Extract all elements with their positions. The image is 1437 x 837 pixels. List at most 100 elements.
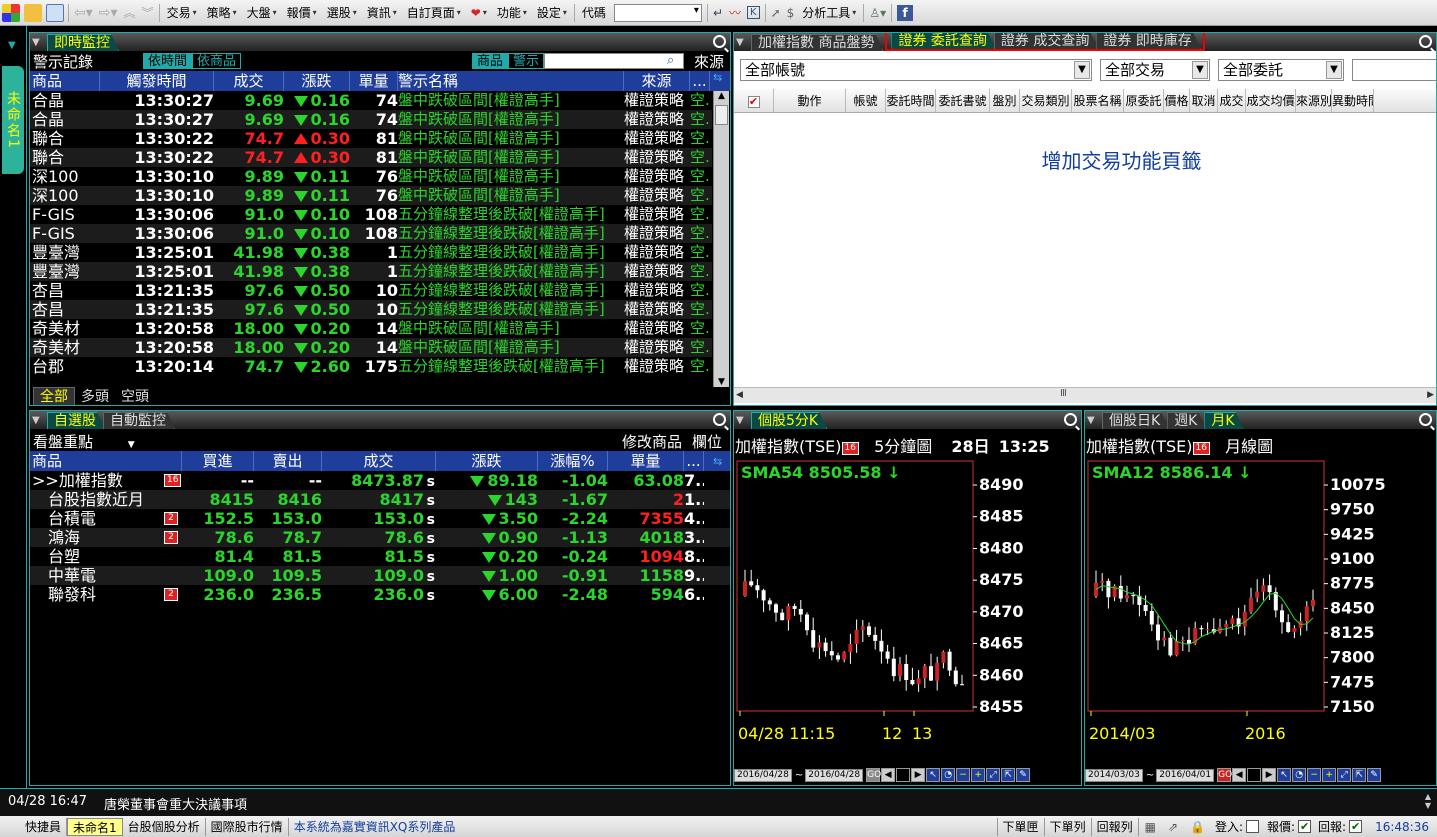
- cursor-icon[interactable]: ↖: [1277, 768, 1292, 782]
- watchlist-row[interactable]: >>加權指數 16 -- -- 8473.87s 89.18 -1.04 63.087..: [30, 471, 730, 490]
- plus-icon[interactable]: +: [971, 768, 986, 782]
- enter-icon[interactable]: ↵: [713, 6, 723, 20]
- edit-products-button[interactable]: 修改商品: [622, 431, 682, 452]
- news-scroll-icon[interactable]: ▲ ▼: [1425, 792, 1431, 810]
- facebook-icon[interactable]: f: [897, 4, 914, 21]
- expand-icon[interactable]: ⇱: [1001, 768, 1016, 782]
- col-alert-name[interactable]: 警示名稱: [398, 71, 624, 91]
- page-tab-unnamed1[interactable]: 未命名1: [2, 66, 24, 174]
- tab-inventory[interactable]: 證券 即時庫存: [1096, 32, 1200, 49]
- menu-analysis-tools[interactable]: 分析工具 ▾: [797, 2, 861, 24]
- dropdown-icon[interactable]: ▼: [1087, 415, 1099, 426]
- order-col[interactable]: 取消: [1190, 89, 1218, 112]
- col-ask[interactable]: 賣出: [254, 451, 322, 471]
- menu-strategy[interactable]: 策略 ▾: [202, 2, 242, 24]
- dropdown-icon[interactable]: ▼: [736, 37, 748, 48]
- seg-goods[interactable]: 商品: [472, 53, 509, 69]
- seg-alert[interactable]: 警示: [508, 53, 545, 69]
- tab-fill-query[interactable]: 證券 成交查詢: [994, 32, 1098, 49]
- next-icon[interactable]: ▶: [1262, 768, 1277, 782]
- scroll-right-icon[interactable]: ▶: [1427, 390, 1434, 400]
- tab-auto-monitor[interactable]: 自動監控: [103, 412, 175, 429]
- scroll-up-icon[interactable]: ▲: [715, 91, 728, 101]
- alert-row[interactable]: 台郡 13:20:14 74.7 2.60 175 五分鐘線整理後跌破[權證高手] 權證策略…: [30, 357, 712, 376]
- order-hscrollbar[interactable]: ◀ Ⅲ ▶: [734, 387, 1436, 403]
- report-bar-button[interactable]: 回報列: [1092, 817, 1139, 836]
- lock-icon[interactable]: 🔒: [1190, 820, 1205, 834]
- task-unnamed1[interactable]: 未命名1: [67, 817, 123, 836]
- watchlist-row[interactable]: 台塑81.481.581.5s0.20-0.2410948..: [30, 547, 730, 566]
- prev-icon[interactable]: ◀: [881, 768, 896, 782]
- col-source[interactable]: 來源: [624, 71, 690, 91]
- go-button[interactable]: GO: [1217, 768, 1232, 782]
- task-shortcut[interactable]: 快捷員: [20, 817, 68, 836]
- task-stock-analysis[interactable]: 台股個股分析: [123, 817, 206, 836]
- alert-search-input[interactable]: [544, 53, 684, 69]
- alert-row[interactable]: F-GIS 13:30:06 91.0 0.10 108 五分鐘線整理後跌破[權證高手] 權…: [30, 224, 712, 243]
- fields-button[interactable]: 欄位: [692, 431, 722, 452]
- col-price[interactable]: 成交: [214, 71, 284, 91]
- windows-grid-icon[interactable]: [2, 3, 20, 22]
- group-select[interactable]: 看盤重點 ▼: [33, 431, 135, 452]
- scroll-left-icon[interactable]: ◀: [736, 390, 743, 400]
- watchlist-row[interactable]: 台股指數近月 8415 8416 8417s 143 -1.67 21..: [30, 490, 730, 509]
- fit-icon[interactable]: ⤢: [1337, 768, 1352, 782]
- order-col[interactable]: 帳號: [846, 89, 886, 112]
- tab-long[interactable]: 多頭: [75, 388, 115, 405]
- alert-row[interactable]: 杏昌 13:21:35 97.6 0.50 10 五分鐘線整理後跌破[權證高手] 權證策略空…: [30, 300, 712, 319]
- zoom-icon[interactable]: [1419, 35, 1432, 48]
- expand-icon[interactable]: ⇱: [1352, 768, 1367, 782]
- tab-weekly-k[interactable]: 週K: [1167, 412, 1206, 429]
- alert-row[interactable]: F-GIS 13:30:06 91.0 0.10 108 五分鐘線整理後跌破[權證高手] 權…: [30, 205, 712, 224]
- order-bar-button[interactable]: 下單列: [1045, 817, 1092, 836]
- news-headline[interactable]: 唐榮董事會重大決議事項: [104, 794, 247, 813]
- col-price[interactable]: 成交: [322, 451, 436, 471]
- zoom-icon[interactable]: [713, 35, 726, 48]
- col-more[interactable]: ...: [690, 71, 710, 91]
- popout-icon[interactable]: ⇗: [1168, 820, 1178, 834]
- order-col[interactable]: 委託書號: [936, 89, 990, 112]
- seg-by-product[interactable]: 依商品: [192, 53, 242, 69]
- clock-icon[interactable]: ◔: [1292, 768, 1307, 782]
- clock-icon[interactable]: ◔: [941, 768, 956, 782]
- task-intl-market[interactable]: 國際股市行情: [206, 817, 289, 836]
- order-col[interactable]: 異動時間: [1332, 89, 1374, 112]
- date-to-field[interactable]: 2016/04/01: [1156, 768, 1215, 782]
- tab-watchlist[interactable]: 自選股: [47, 412, 105, 429]
- alert-row[interactable]: 奇美材 13:20:58 18.00 0.20 14 盤中跌破區間[權證高手] 權證策略 空.: [30, 338, 712, 357]
- strip-arrow-icon[interactable]: ▼: [8, 40, 16, 51]
- menu-favorite[interactable]: ❤ ▾: [466, 2, 492, 24]
- document-icon[interactable]: [46, 3, 64, 22]
- search-icon[interactable]: ⌕: [667, 53, 674, 68]
- tab-order-query[interactable]: 證券 委託查詢: [891, 32, 995, 49]
- alert-row[interactable]: 深100 13:30:10 9.89 0.11 76 盤中跌破區間[權證高手] 權證策略 空.: [30, 167, 712, 186]
- col-change[interactable]: 漲跌: [284, 71, 350, 91]
- alert-row[interactable]: 合晶 13:30:27 9.69 0.16 74 盤中跌破區間[權證高手] 權證策略 空.: [30, 91, 712, 110]
- col-product[interactable]: 商品: [30, 71, 100, 91]
- tab-all[interactable]: 全部: [33, 387, 75, 405]
- menu-trade[interactable]: 交易 ▾: [162, 2, 202, 24]
- scroll-grip-icon[interactable]: Ⅲ: [1060, 388, 1067, 399]
- menu-settings[interactable]: 設定 ▾: [532, 2, 572, 24]
- alert-row[interactable]: 杏昌 13:21:35 97.6 0.50 10 五分鐘線整理後跌破[權證高手] 權證策略空…: [30, 281, 712, 300]
- alert-row[interactable]: 合晶 13:30:27 9.69 0.16 74 盤中跌破區間[權證高手] 權證策略 空.: [30, 110, 712, 129]
- back-arrow-icon[interactable]: ⇦▾: [74, 5, 93, 21]
- tool-icon[interactable]: ✎: [1367, 768, 1382, 782]
- order-col[interactable]: 成交均價: [1246, 89, 1296, 112]
- down-icon[interactable]: ︾: [142, 4, 154, 21]
- watchlist-row[interactable]: 聯發科2236.0236.5236.0s6.00-2.485946..: [30, 585, 730, 604]
- menu-function[interactable]: 功能 ▾: [492, 2, 532, 24]
- prev-icon[interactable]: ◀: [1232, 768, 1247, 782]
- account-select[interactable]: 全部帳號 ▼: [740, 59, 1092, 81]
- calculator-icon[interactable]: ▦: [1145, 820, 1156, 834]
- bar-icon[interactable]: [896, 768, 911, 782]
- col-product[interactable]: 商品: [30, 451, 182, 471]
- menu-info[interactable]: 資訊 ▾: [362, 2, 402, 24]
- plus-icon[interactable]: +: [1322, 768, 1337, 782]
- alert-row[interactable]: 豐臺灣 13:25:01 41.98 0.38 1 五分鐘線整理後跌破[權證高手] 權證策略…: [30, 243, 712, 262]
- order-col[interactable]: 來源別: [1296, 89, 1332, 112]
- watchlist-row[interactable]: 中華電109.0109.5109.0s1.00-0.9111589..: [30, 566, 730, 585]
- tab-5min-k[interactable]: 個股5分K: [751, 412, 827, 429]
- chartM-canvas[interactable]: SMA12 8586.14 ↓ 10075 9750 9425 9100 8775 8450…: [1085, 455, 1436, 765]
- cursor-icon[interactable]: ↖: [926, 768, 941, 782]
